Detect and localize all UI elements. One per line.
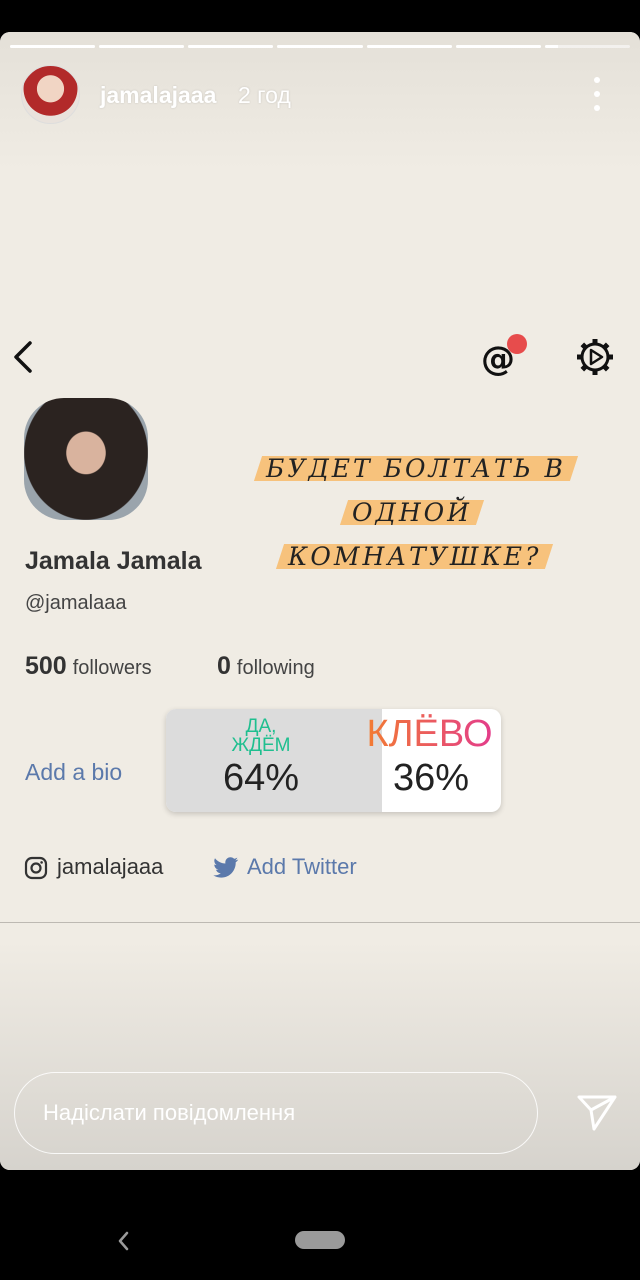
followers-count: 500 followers	[25, 652, 152, 681]
followers-label: followers	[72, 657, 152, 679]
profile-display-name: Jamala Jamala	[25, 547, 202, 575]
notification-badge	[507, 334, 527, 354]
story-frame[interactable]: jamalajaaa 2 год @ Jamala Jamala @jamala…	[0, 32, 640, 1170]
divider	[0, 922, 640, 923]
story-progress-fill	[544, 45, 558, 48]
following-count: 0 following	[217, 652, 315, 681]
top-shade	[0, 32, 640, 172]
sticker-line-1: БУДЕТ БОЛТАТЬ В	[253, 454, 578, 483]
story-progress-fill	[455, 45, 541, 48]
story-progress-fill	[10, 45, 96, 48]
sticker-text-1: БУДЕТ БОЛТАТЬ В	[266, 454, 566, 483]
instagram-icon	[24, 856, 48, 880]
story-progress-segment	[99, 45, 185, 48]
poll-option-2-label[interactable]: КЛЁВО	[362, 713, 497, 756]
story-progress-segment	[188, 45, 274, 48]
system-home-pill[interactable]	[295, 1231, 345, 1249]
story-progress-segment	[10, 45, 96, 48]
following-number: 0	[217, 652, 231, 680]
story-progress-fill	[188, 45, 274, 48]
poll-sticker[interactable]: ДА, ЖДЁМ 64% КЛЁВО 36%	[166, 709, 501, 812]
instagram-handle: jamalajaaa	[57, 854, 164, 879]
reply-message-input[interactable]: Надіслати повідомлення	[14, 1072, 538, 1154]
profile-handle: @jamalaaa	[25, 592, 127, 614]
add-bio-link: Add a bio	[25, 759, 123, 785]
story-progress-segment	[544, 45, 630, 48]
send-icon[interactable]	[576, 1092, 618, 1132]
followers-number: 500	[25, 652, 67, 680]
twitter-icon	[213, 857, 239, 878]
add-twitter-link: Add Twitter	[247, 854, 357, 879]
settings-gear-icon	[577, 339, 613, 375]
poll-option-1-percent: 64%	[222, 757, 300, 799]
story-username[interactable]: jamalajaaa	[100, 82, 216, 109]
more-icon[interactable]	[585, 77, 609, 111]
reply-placeholder: Надіслати повідомлення	[43, 1100, 296, 1125]
story-progress-segment	[366, 45, 452, 48]
sticker-line-3: КОМНАТУШКЕ?	[275, 542, 554, 571]
story-author-avatar[interactable]	[21, 65, 80, 124]
story-progress-segment	[455, 45, 541, 48]
profile-photo	[24, 398, 148, 520]
sticker-text-3: КОМНАТУШКЕ?	[288, 542, 542, 571]
poll-option-1-label: ДА, ЖДЁМ	[231, 716, 291, 756]
story-time-ago: 2 год	[238, 82, 291, 108]
story-progress-fill	[366, 45, 452, 48]
following-label: following	[236, 657, 315, 679]
story-progress-segment	[277, 45, 363, 48]
poll-option-2-percent: 36%	[392, 757, 470, 799]
story-progress-fill	[277, 45, 363, 48]
sticker-line-2: ОДНОЙ	[339, 498, 484, 527]
story-progress-bar	[10, 45, 630, 48]
back-icon	[14, 341, 32, 373]
sticker-text-2: ОДНОЙ	[352, 498, 472, 527]
story-progress-fill	[99, 45, 185, 48]
system-back-icon[interactable]	[112, 1228, 136, 1254]
